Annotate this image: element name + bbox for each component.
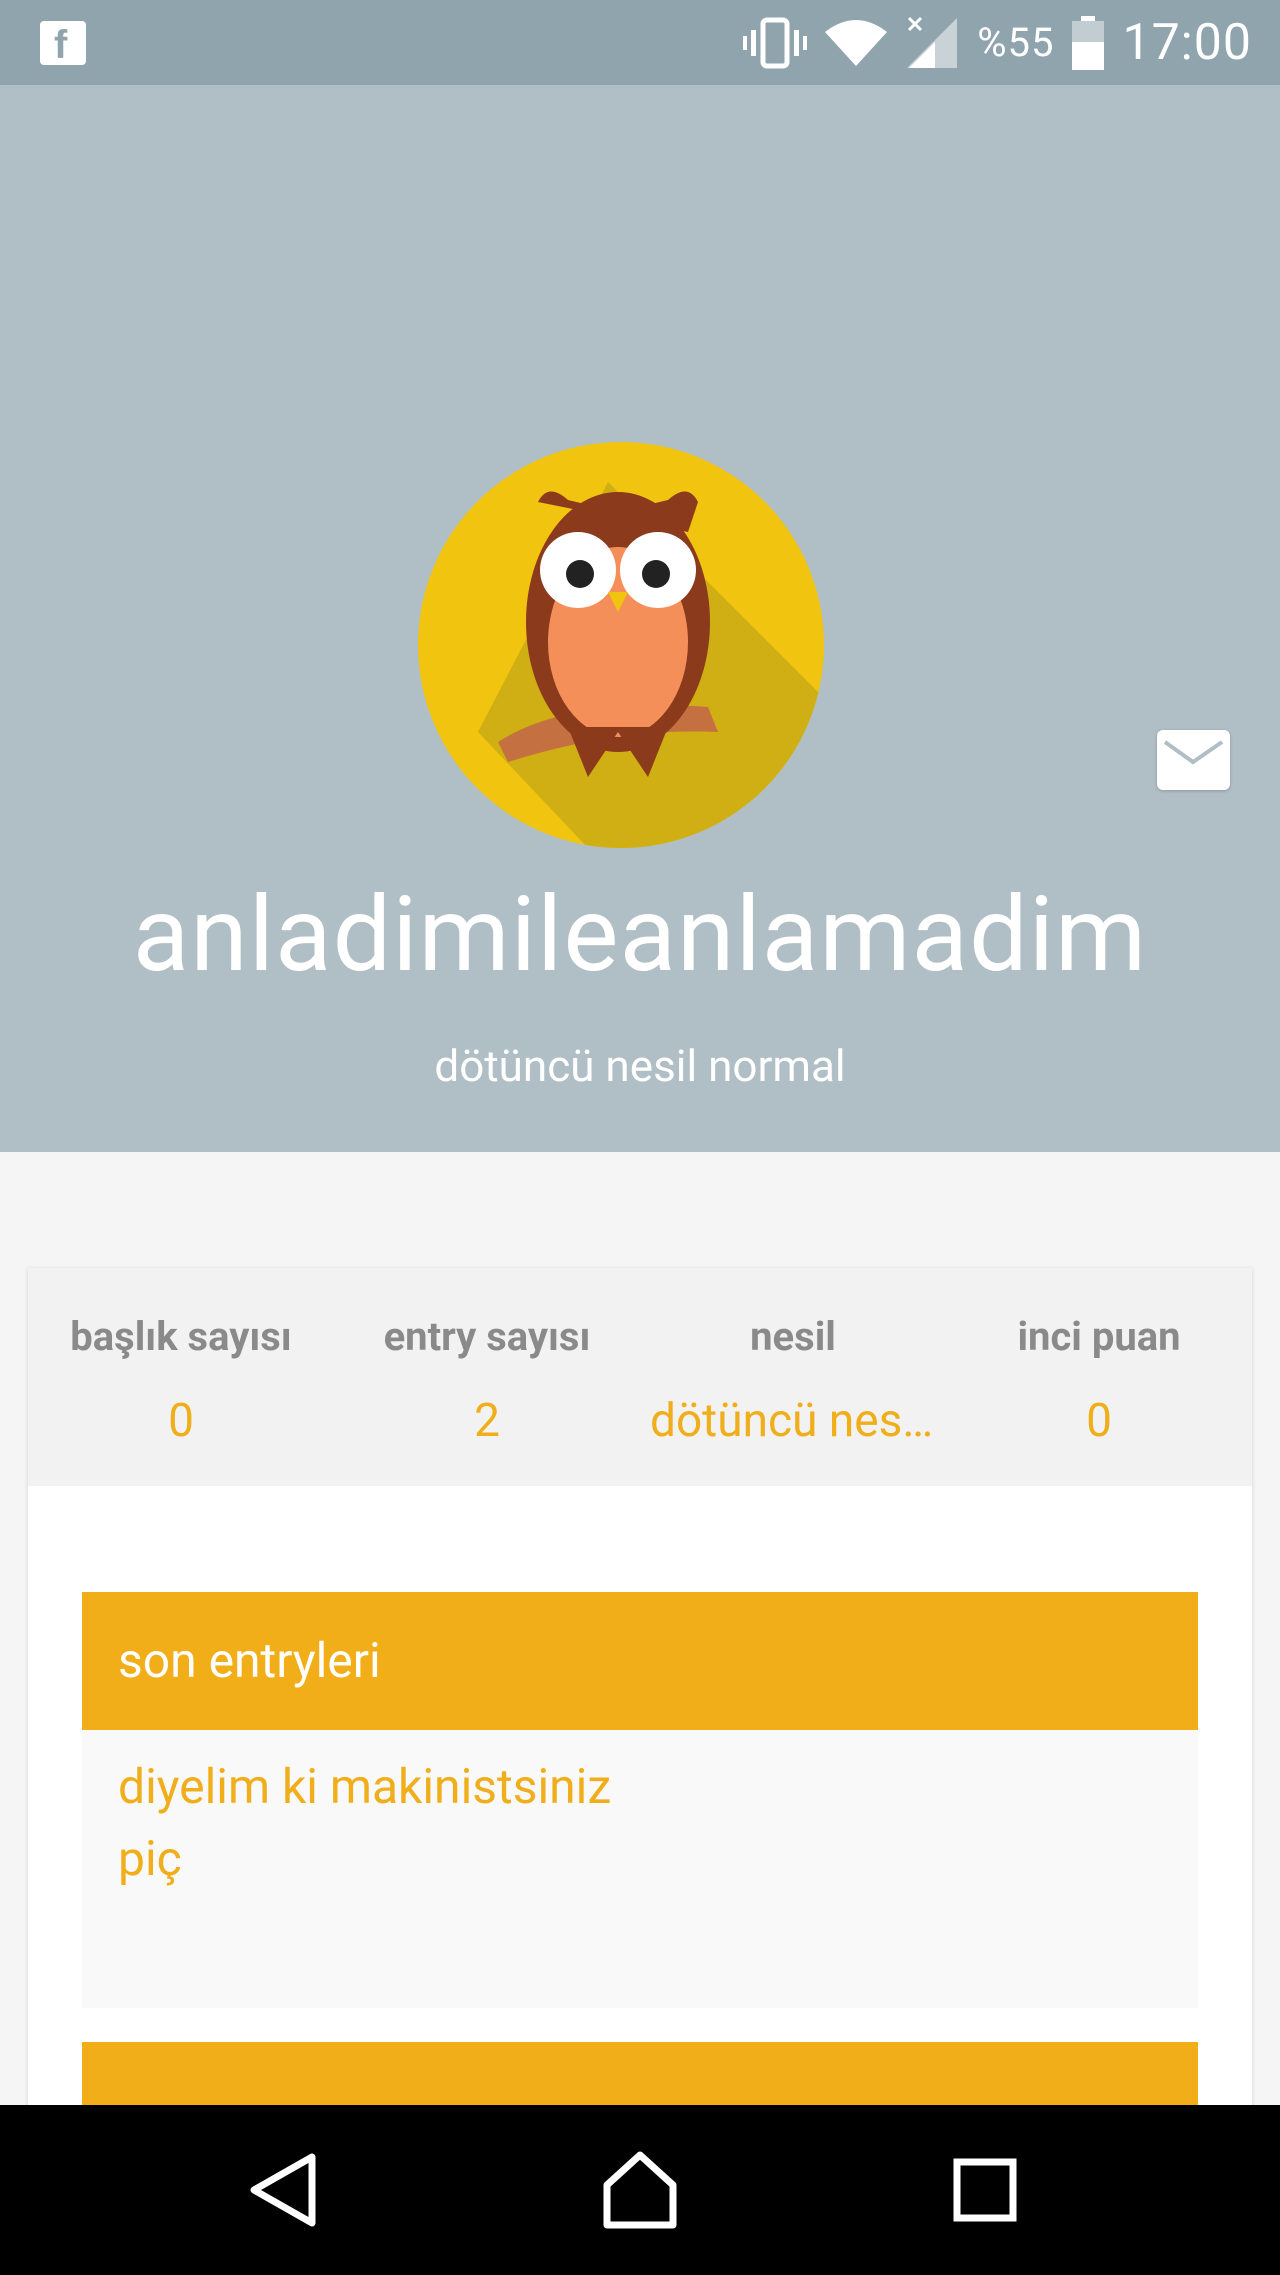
vibrate-icon: [743, 17, 808, 68]
owl-avatar[interactable]: [418, 442, 824, 848]
username: anladimileanlamadim: [132, 875, 1148, 996]
stats-row: başlık sayısı 0 entry sayısı 2 nesil döt…: [28, 1268, 1252, 1486]
stat-value: 2: [474, 1394, 500, 1448]
recent-entries-list: diyelim ki makinistsiniz piç: [82, 1730, 1198, 2008]
navigation-bar: [0, 2105, 1280, 2275]
stat-entry-count[interactable]: entry sayısı 2: [334, 1268, 640, 1486]
signal-icon: [907, 16, 958, 68]
stat-value: 0: [1086, 1394, 1112, 1448]
owl-icon: [478, 482, 824, 848]
status-icons: %55 17:00: [743, 0, 1252, 85]
clock: 17:00: [1122, 13, 1252, 72]
recent-apps-icon[interactable]: [940, 2145, 1030, 2235]
stat-label: entry sayısı: [383, 1313, 591, 1360]
wifi-icon: [825, 19, 888, 66]
mail-icon: [1163, 740, 1224, 765]
stat-value: dötüncü nesi...: [650, 1394, 946, 1448]
battery-percent: %55: [977, 19, 1055, 66]
entry-link[interactable]: diyelim ki makinistsiniz: [118, 1758, 611, 1815]
section-header-recent-entries: son entryleri: [82, 1592, 1198, 1730]
entry-link[interactable]: piç: [118, 1830, 182, 1887]
stat-generation[interactable]: nesil dötüncü nesi...: [640, 1268, 946, 1486]
home-icon[interactable]: [595, 2145, 685, 2235]
facebook-icon: f: [40, 21, 86, 67]
back-icon[interactable]: [240, 2145, 330, 2235]
user-generation: dötüncü nesil normal: [434, 1040, 846, 1092]
status-bar: f %55 17:00: [0, 0, 1280, 85]
stat-label: başlık sayısı: [70, 1313, 292, 1360]
stat-label: nesil: [750, 1313, 836, 1360]
profile-header: anladimileanlamadim dötüncü nesil normal: [0, 85, 1280, 1152]
message-button[interactable]: [1157, 730, 1230, 790]
battery-icon: [1072, 15, 1105, 70]
stat-topic-count[interactable]: başlık sayısı 0: [28, 1268, 334, 1486]
stat-value: 0: [168, 1394, 194, 1448]
stat-pearl-points[interactable]: inci puan 0: [946, 1268, 1252, 1486]
stat-label: inci puan: [1017, 1313, 1181, 1360]
section-title: son entryleri: [118, 1632, 381, 1689]
